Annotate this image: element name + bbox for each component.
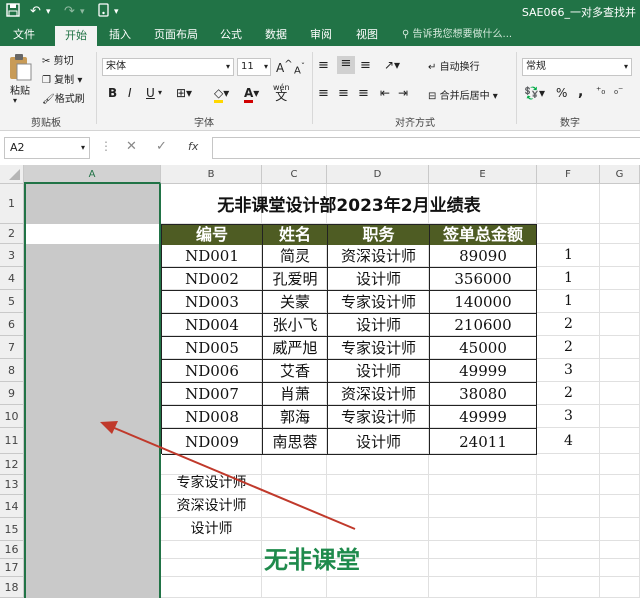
alignment-group-label: 对齐方式 (395, 118, 435, 129)
number-format-select[interactable]: 常规 ▾ (522, 58, 632, 76)
font-name-value: 宋体 (106, 61, 126, 72)
tab-home[interactable]: 开始 (55, 26, 97, 46)
wrap-text-icon: ↵ (428, 62, 437, 73)
paste-dropdown-icon[interactable]: ▾ (13, 96, 17, 105)
tab-data[interactable]: 数据 (259, 24, 293, 46)
ribbon-tabs: 文件 开始 插入 页面布局 公式 数据 审阅 视图 ⚲ 告诉我您想要做什么... (0, 24, 640, 46)
copy-button[interactable]: ❐ 复制 ▾ (42, 71, 82, 86)
decrease-indent-icon[interactable]: ⇤ (380, 86, 390, 100)
underline-button[interactable]: U (146, 86, 155, 100)
more-icon: ⋮ (100, 139, 112, 153)
fill-color-icon[interactable]: ◇▾ (214, 86, 229, 103)
tab-page-layout[interactable]: 页面布局 (148, 24, 204, 46)
insert-function-icon[interactable]: fx (188, 140, 198, 153)
chevron-down-icon: ▾ (263, 62, 268, 71)
cancel-icon[interactable]: ✕ (126, 139, 137, 154)
orientation-icon[interactable]: ↗▾ (384, 58, 400, 72)
number-format-value: 常规 (526, 61, 546, 72)
undo-icon[interactable]: ↶ (30, 3, 41, 21)
font-group-label: 字体 (194, 118, 214, 129)
format-painter-button[interactable]: 🖌格式刷 (42, 90, 85, 105)
italic-button[interactable]: I (128, 86, 132, 100)
name-box-value: A2 (10, 141, 25, 154)
enter-icon[interactable]: ✓ (156, 139, 167, 154)
tell-me-box[interactable]: ⚲ 告诉我您想要做什么... (402, 24, 512, 46)
font-size-value: 11 (241, 61, 254, 72)
align-center-icon[interactable]: ≡ (338, 86, 349, 101)
bold-button[interactable]: B (108, 86, 117, 100)
align-right-icon[interactable]: ≡ (358, 86, 369, 101)
title-bar: ↶ ▾ ↷ ▾ ▾ SAE066_一对多查找并 (0, 0, 640, 24)
formula-bar: A2 ▾ ⋮ ✕ ✓ fx (0, 131, 640, 165)
grow-font-icon[interactable]: A^ (276, 59, 293, 75)
font-color-icon[interactable]: A▾ (244, 86, 259, 103)
brush-icon: 🖌 (42, 94, 55, 105)
shrink-font-icon[interactable]: Aˇ (294, 61, 305, 76)
name-box[interactable]: A2 ▾ (4, 137, 90, 159)
merge-icon: ⊟ (428, 91, 437, 102)
ribbon: 粘贴 ▾ ✂ 剪切 ❐ 复制 ▾ 🖌格式刷 剪贴板 宋体 ▾ 11 ▾ A^ Aˇ … (0, 46, 640, 131)
copy-label: 复制 (54, 75, 75, 86)
currency-icon[interactable]: 💱▾ (524, 86, 545, 100)
tab-review[interactable]: 审阅 (304, 24, 338, 46)
wrap-text-label: 自动换行 (439, 62, 480, 73)
document-title: SAE066_一对多查找并 (521, 6, 636, 19)
chevron-down-icon: ▾ (623, 62, 628, 71)
chevron-down-icon: ▾ (225, 62, 230, 71)
font-size-select[interactable]: 11 ▾ (237, 58, 271, 76)
align-left-icon[interactable]: ≡ (318, 86, 329, 101)
redo-dropdown-icon[interactable]: ▾ (80, 3, 85, 21)
borders-icon[interactable]: ⊞▾ (176, 86, 192, 100)
touch-mode-icon[interactable] (98, 3, 110, 21)
cut-label: 剪切 (53, 56, 74, 67)
redo-icon[interactable]: ↷ (64, 3, 75, 21)
underline-dropdown-icon[interactable]: ▾ (158, 88, 162, 97)
scissors-icon: ✂ (42, 56, 51, 67)
tab-insert[interactable]: 插入 (102, 24, 138, 46)
phonetic-icon[interactable]: wén 文 (273, 84, 290, 103)
formula-input[interactable] (212, 137, 640, 159)
format-painter-label: 格式刷 (54, 94, 85, 105)
tab-view[interactable]: 视图 (350, 24, 384, 46)
undo-dropdown-icon[interactable]: ▾ (46, 3, 51, 21)
decrease-decimal-icon[interactable]: ₀⁻ (614, 86, 623, 97)
merge-label: 合并后居中 (439, 91, 490, 102)
merge-center-button[interactable]: ⊟ 合并后居中 ▾ (428, 87, 498, 102)
comma-button[interactable]: , (578, 84, 583, 100)
customize-qat-icon[interactable]: ▾ (114, 3, 119, 21)
worksheet-grid[interactable]: A B C D E F G 1 2 3 4 5 6 7 8 9 10 11 12 13 14 15 16 17 1… (0, 165, 640, 598)
tell-me-text: 告诉我您想要做什么... (412, 29, 513, 40)
wrap-text-button[interactable]: ↵ 自动换行 (428, 58, 480, 73)
tab-file[interactable]: 文件 (4, 24, 44, 46)
tab-formulas[interactable]: 公式 (214, 24, 248, 46)
lightbulb-icon: ⚲ (402, 29, 410, 40)
chevron-down-icon: ▾ (80, 143, 85, 152)
paste-button[interactable]: 粘贴 (10, 82, 30, 97)
align-bottom-icon[interactable]: ≡ (360, 58, 371, 73)
font-name-select[interactable]: 宋体 ▾ (102, 58, 234, 76)
increase-indent-icon[interactable]: ⇥ (398, 86, 408, 100)
copy-icon: ❐ (42, 75, 51, 86)
divider (312, 52, 313, 124)
paste-icon[interactable] (6, 52, 34, 82)
percent-button[interactable]: % (556, 86, 567, 100)
align-middle-icon[interactable]: ≡ (337, 56, 355, 74)
divider (96, 52, 97, 124)
cut-button[interactable]: ✂ 剪切 (42, 52, 74, 67)
number-group-label: 数字 (560, 118, 580, 129)
align-top-icon[interactable]: ≡ (318, 58, 329, 73)
divider (516, 52, 517, 124)
save-icon[interactable] (6, 3, 20, 21)
increase-decimal-icon[interactable]: ⁺₀ (596, 86, 605, 97)
clipboard-group-label: 剪贴板 (31, 118, 61, 129)
annotation-arrow-icon (100, 421, 356, 530)
